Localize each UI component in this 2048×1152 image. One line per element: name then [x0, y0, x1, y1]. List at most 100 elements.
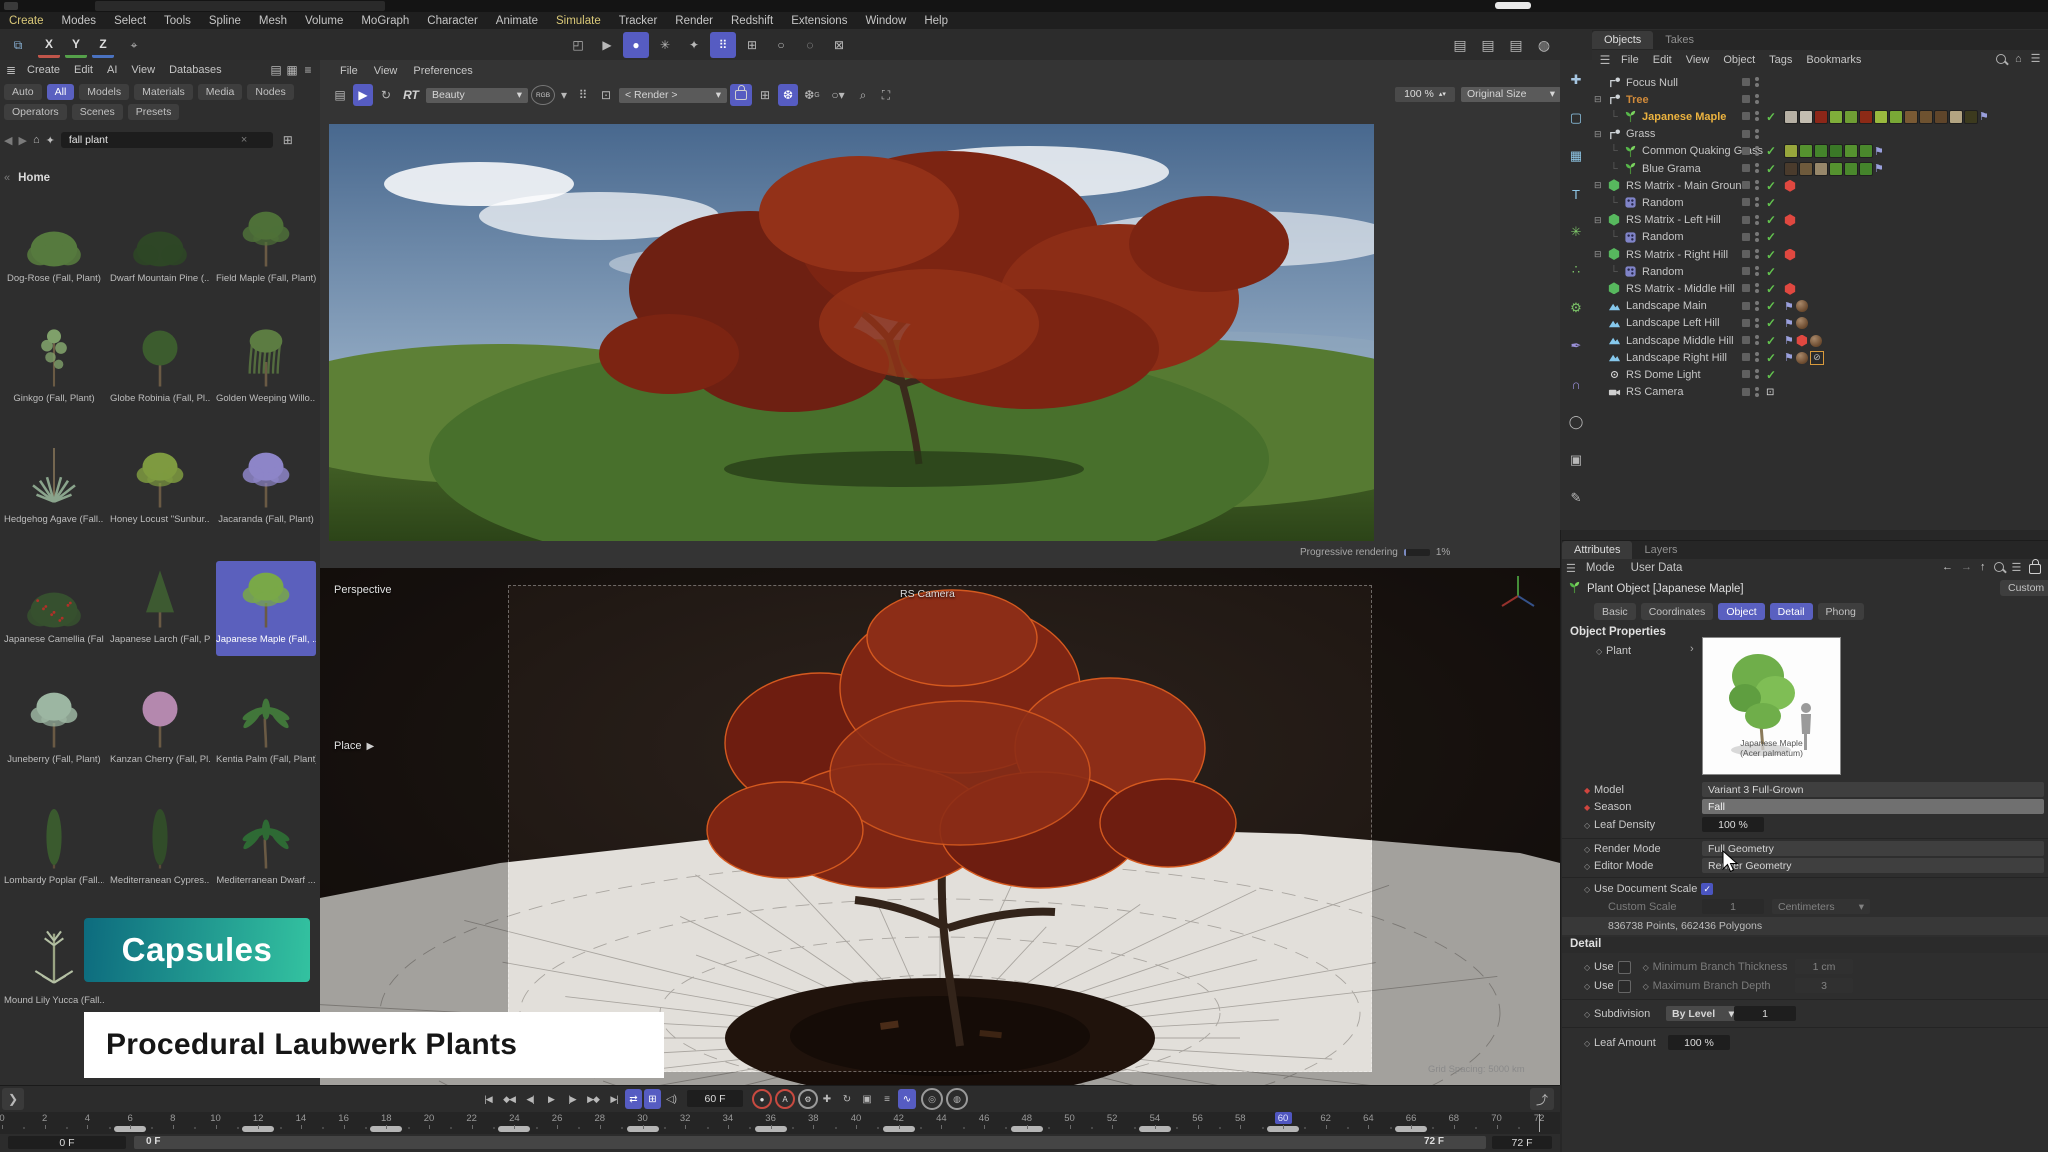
zoom-field[interactable]: 100 %▴▾ [1395, 87, 1455, 102]
asset-item[interactable]: Dog-Rose (Fall, Plant) [4, 200, 104, 295]
menu-window[interactable]: Window [856, 15, 915, 27]
filter-operators[interactable]: Operators [4, 104, 67, 120]
menu-mesh[interactable]: Mesh [250, 15, 296, 27]
render-to-picture-viewer-icon[interactable]: ▶ [594, 32, 620, 58]
object-row[interactable]: ⊟Tree [1592, 91, 2048, 108]
asset-item[interactable]: Globe Robinia (Fall, Pl... [110, 320, 210, 415]
grid-icon[interactable]: ⊞ [755, 84, 775, 106]
dynamics-gear-icon[interactable]: ⚙ [1564, 296, 1588, 320]
record-position-toggle[interactable]: ✚ [818, 1089, 836, 1109]
menu-volume[interactable]: Volume [296, 15, 352, 27]
object-row[interactable]: Landscape Left Hill✓⚑ [1592, 315, 2048, 332]
interactive-render-icon[interactable]: ✳ [652, 32, 678, 58]
filter-materials[interactable]: Materials [134, 84, 193, 100]
ab-menu-edit[interactable]: Edit [67, 64, 100, 76]
list-view-icon[interactable]: ≡ [300, 63, 316, 77]
asset-item[interactable]: Japanese Camellia (Fal... [4, 561, 104, 656]
asset-item[interactable]: Golden Weeping Willo... [216, 320, 316, 415]
material-sphere-icon[interactable]: ◍ [1532, 33, 1556, 57]
view-options-icon[interactable]: ⊞ [279, 132, 297, 148]
previous-frame-button[interactable]: ◀| [520, 1089, 540, 1109]
previous-key-button[interactable]: ◆◀ [499, 1089, 519, 1109]
spline-pen-icon[interactable]: ✒ [1564, 334, 1588, 358]
ab-menu-create[interactable]: Create [20, 64, 67, 76]
key-diamond-icon[interactable]: ◇ [1584, 845, 1594, 854]
key-diamond-icon[interactable]: ◇ [1584, 885, 1594, 894]
asset-item[interactable]: Jacaranda (Fall, Plant) [216, 441, 316, 536]
asset-item[interactable]: Dwarf Mountain Pine (... [110, 200, 210, 295]
capture-icon[interactable]: ⊠ [826, 32, 852, 58]
ghost-toggle[interactable]: ⊞ [644, 1089, 661, 1109]
next-frame-button[interactable]: |▶ [562, 1089, 582, 1109]
go-to-start-button[interactable]: |◀ [478, 1089, 498, 1109]
object-row[interactable]: Focus Null [1592, 74, 2048, 91]
document-tab[interactable] [95, 1, 385, 11]
filter-nodes[interactable]: Nodes [247, 84, 293, 100]
solo-toggle[interactable]: ◎ [921, 1088, 943, 1110]
record-rotation-toggle[interactable]: ↻ [838, 1089, 856, 1109]
search-icon[interactable] [1996, 54, 2006, 64]
layout-simulate-icon[interactable]: ▤ [1504, 33, 1528, 57]
subdivision-mode-select[interactable]: By Level▾ [1666, 1006, 1740, 1021]
tweak-mode-icon[interactable]: ◌ [797, 32, 823, 58]
menu-mograph[interactable]: MoGraph [352, 15, 418, 27]
key-diamond-icon[interactable]: ◇ [1584, 1010, 1594, 1019]
menu-create[interactable]: Create [0, 15, 53, 27]
key-diamond-icon[interactable]: ◇ [1584, 862, 1594, 871]
perspective-viewport[interactable]: Perspective RS Camera Place ▶ Grid Spaci… [320, 568, 1561, 1085]
plane-icon[interactable]: ▢ [1564, 106, 1588, 130]
expand-panel-icon[interactable]: ❯ [2, 1088, 24, 1110]
object-row[interactable]: RS Matrix - Middle Hill✓ [1592, 280, 2048, 297]
om-menu-file[interactable]: File [1614, 54, 1646, 66]
cube-icon[interactable]: ▦ [1564, 144, 1588, 168]
powerslider-icon[interactable]: ⤴ [1530, 1088, 1554, 1110]
menu-simulate[interactable]: Simulate [547, 15, 610, 27]
om-menu-object[interactable]: Object [1716, 54, 1762, 66]
attr-tab-coordinates[interactable]: Coordinates [1641, 603, 1714, 620]
next-key-button[interactable]: ▶◆ [583, 1089, 603, 1109]
filter-auto[interactable]: Auto [4, 84, 42, 100]
filter-scenes[interactable]: Scenes [72, 104, 123, 120]
use-min-branch-checkbox[interactable] [1618, 961, 1631, 974]
play-button[interactable]: ▶ [541, 1089, 561, 1109]
object-row[interactable]: └Random✓ [1592, 194, 2048, 211]
compare-icon[interactable]: ○▾ [826, 84, 850, 106]
home-icon[interactable]: ⌂ [33, 134, 40, 146]
snapshot-icon[interactable]: ❆ [778, 84, 798, 106]
rv-menu-preferences[interactable]: Preferences [405, 65, 480, 77]
asset-item[interactable]: Japanese Maple (Fall, ... [216, 561, 316, 656]
subdivision-field[interactable]: 1 [1734, 1006, 1796, 1021]
plant-expand-icon[interactable]: › [1690, 643, 1694, 655]
attr-tab-object[interactable]: Object [1718, 603, 1764, 620]
snapshot-group-icon[interactable]: ❆G [801, 84, 823, 106]
filter-models[interactable]: Models [79, 84, 129, 100]
record-scale-toggle[interactable]: ▣ [858, 1089, 876, 1109]
asset-item[interactable]: Kentia Palm (Fall, Plant) [216, 681, 316, 776]
search-input[interactable] [67, 133, 241, 147]
om-menu-view[interactable]: View [1679, 54, 1717, 66]
model-select[interactable]: Variant 3 Full-Grown [1702, 782, 2044, 797]
sound-toggle[interactable]: ◁) [663, 1089, 680, 1109]
menu-render[interactable]: Render [666, 15, 722, 27]
menu-mode[interactable]: Mode [1580, 562, 1621, 574]
timeline-ruler[interactable]: 0246810121416182022242628303234363840424… [0, 1112, 1560, 1134]
tab-takes[interactable]: Takes [1653, 31, 1706, 49]
object-row[interactable]: └Random✓ [1592, 229, 2048, 246]
menu-extensions[interactable]: Extensions [782, 15, 856, 27]
filter-presets[interactable]: Presets [128, 104, 180, 120]
object-row[interactable]: ⊟RS Matrix - Right Hill✓ [1592, 246, 2048, 263]
menu-redshift[interactable]: Redshift [722, 15, 782, 27]
clear-search-icon[interactable]: × [241, 134, 247, 146]
axis-z-button[interactable]: Z [92, 33, 114, 58]
season-select[interactable]: Fall [1702, 799, 2044, 814]
asset-item[interactable]: Kanzan Cherry (Fall, Pl... [110, 681, 210, 776]
object-row[interactable]: ⊟Grass [1592, 126, 2048, 143]
key-diamond-icon[interactable]: ◇ [1584, 1039, 1594, 1048]
render-settings-icon[interactable]: ● [623, 32, 649, 58]
ab-menu-view[interactable]: View [124, 64, 162, 76]
preview-range-toggle[interactable]: ◍ [946, 1088, 968, 1110]
channel-icon[interactable]: RGB [531, 85, 555, 105]
object-row[interactable]: ⊟RS Matrix - Left Hill✓ [1592, 212, 2048, 229]
back-icon[interactable]: ← [1942, 561, 1953, 573]
axis-y-button[interactable]: Y [65, 33, 87, 58]
